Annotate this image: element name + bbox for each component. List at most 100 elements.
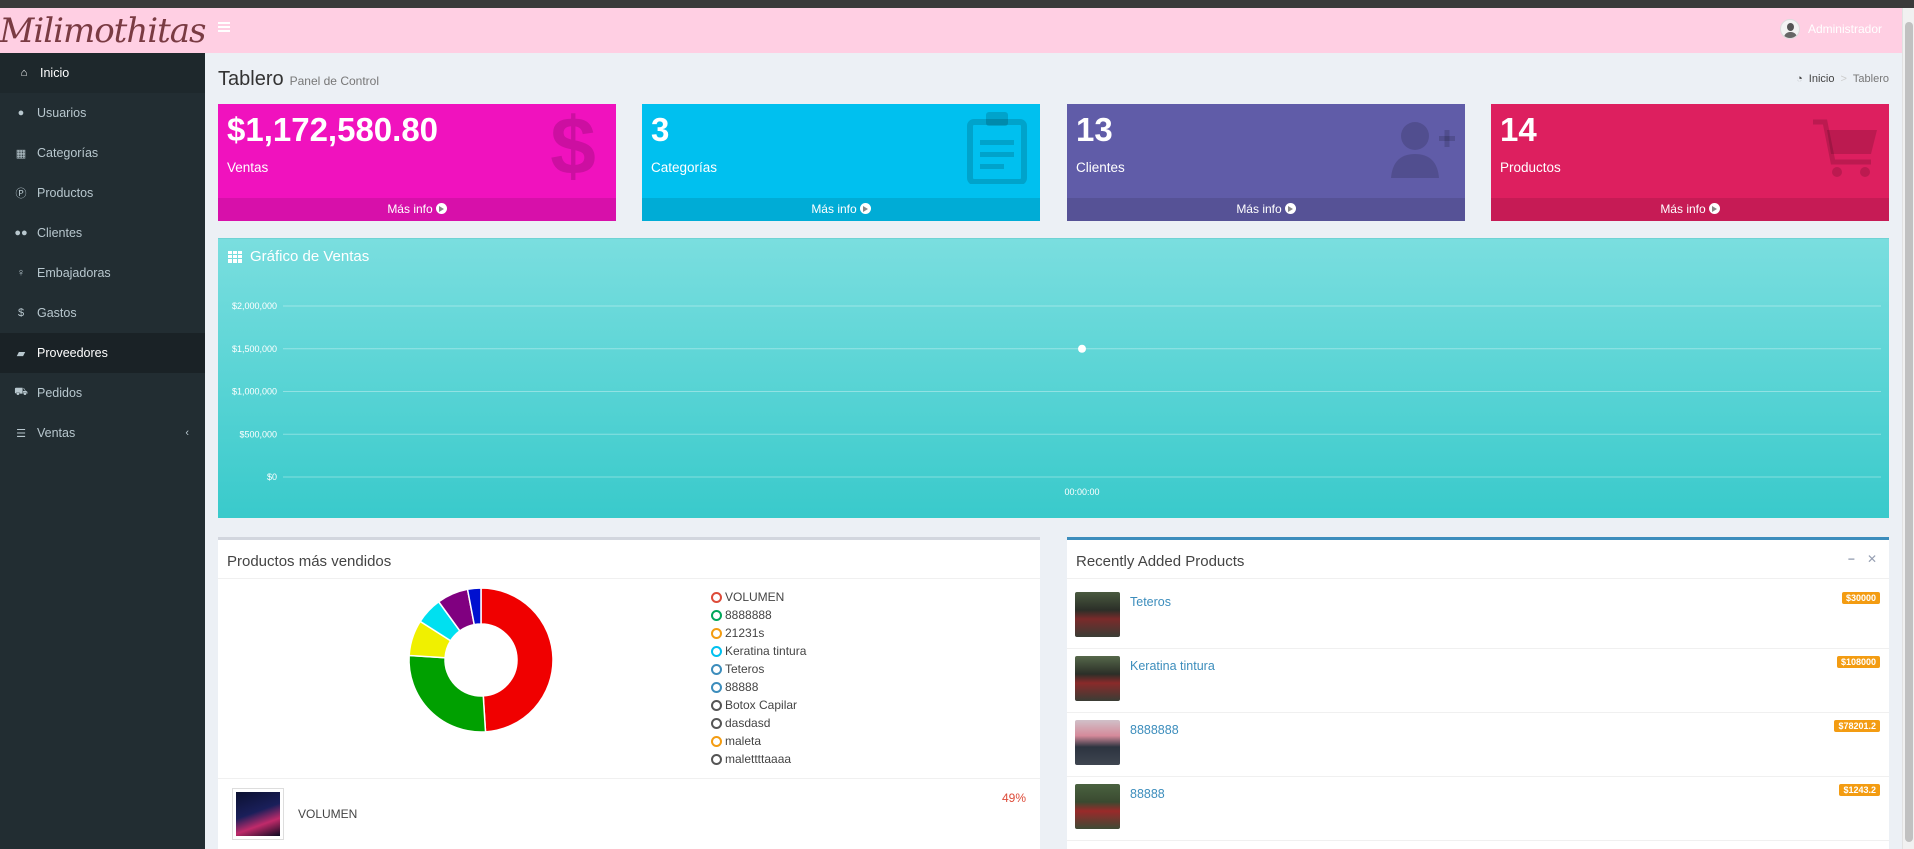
sidebar-item-label: Gastos [37, 306, 77, 320]
y-tick-label: $1,500,000 [232, 344, 277, 354]
breadcrumb-current: Tablero [1852, 73, 1889, 85]
home-icon: ⌂ [20, 67, 28, 79]
more-info-label: Más info [1660, 202, 1706, 216]
box-tools: − ✕ [1848, 552, 1877, 566]
arrow-circle-right-icon [859, 203, 871, 214]
circle-icon [711, 753, 722, 765]
price-badge: $108000 [1836, 656, 1880, 668]
stat-value: 3 [651, 111, 670, 148]
top-products-title: Productos más vendidos [227, 553, 392, 570]
minus-icon[interactable]: − [1848, 552, 1855, 566]
stat-label: Categorías [651, 160, 718, 175]
sidebar-toggle-icon[interactable] [218, 22, 230, 34]
chevron-left-icon: ‹ [185, 427, 189, 439]
circle-icon [711, 717, 722, 729]
more-info-link[interactable]: Más info [1491, 198, 1889, 221]
legend-item: 8888888 [711, 606, 806, 624]
legend-item: Teteros [711, 660, 806, 678]
sidebar-item-proveedores[interactable]: ▰ Proveedores [0, 333, 205, 373]
cart-icon [1813, 119, 1877, 177]
clipboard-icon [967, 112, 1027, 184]
user-menu[interactable]: Administrador [1779, 19, 1882, 39]
sidebar-item-label: Usuarios [37, 106, 87, 120]
avatar [1779, 19, 1800, 39]
legend-item: 21231s [711, 624, 806, 642]
top-products-donut-chart [408, 587, 554, 733]
more-info-label: Más info [811, 202, 857, 216]
top-product-percent: 49% [1001, 791, 1026, 805]
legend-label: 8888888 [725, 608, 772, 622]
sidebar-item-ventas[interactable]: ☰ Ventas ‹ [0, 413, 205, 453]
y-tick-label: $1,000,000 [232, 387, 277, 397]
page-title: Tablero Panel de Control [218, 68, 379, 91]
data-point[interactable] [1078, 344, 1086, 353]
sidebar-item-label: Productos [37, 186, 94, 200]
more-info-link[interactable]: Más info [1067, 198, 1465, 221]
breadcrumb-home-link[interactable]: Inicio [1809, 73, 1835, 85]
product-image [1075, 784, 1120, 829]
stat-box-categorias: 3 Categorías Más info [642, 104, 1040, 221]
sales-chart: $0 $500,000 $1,000,000 $1,500,000 $2,000,000… [232, 301, 1881, 497]
product-link[interactable]: 88888 [1130, 787, 1165, 801]
sidebar-item-clientes[interactable]: ●● Clientes [0, 213, 205, 253]
donut-slice[interactable] [480, 587, 554, 733]
sidebar-item-productos[interactable]: Ⓟ Productos [0, 173, 205, 213]
sidebar-item-inicio[interactable]: ⌂ Inicio [0, 53, 205, 93]
stat-box-productos: 14 Productos Más info [1491, 104, 1889, 221]
legend-label: 21231s [725, 626, 765, 640]
legend-item: 88888 [711, 678, 806, 696]
circle-icon [711, 681, 722, 693]
product-link[interactable]: Keratina tintura [1130, 659, 1215, 673]
book-icon: ▰ [16, 347, 26, 360]
recent-products-panel: Recently Added Products − ✕ Teteros $300… [1067, 537, 1889, 849]
sales-chart-box: Gráfico de Ventas $0 $500,000 $1,000,000 $1… [218, 238, 1889, 518]
sidebar-item-label: Embajadoras [37, 266, 111, 280]
sidebar-item-categorias[interactable]: ▦ Categorías [0, 133, 205, 173]
divider [218, 578, 1040, 579]
scrollbar-thumb[interactable] [1905, 22, 1913, 842]
logo[interactable]: Milimothitas [0, 8, 206, 53]
product-link[interactable]: 8888888 [1130, 723, 1179, 737]
stat-label: Productos [1500, 160, 1561, 175]
list-item: Keratina tintura $108000 [1067, 648, 1889, 712]
list-item: Teteros $30000 [1067, 584, 1889, 648]
top-products-panel: Productos más vendidos VOLUMEN 8888888 212… [218, 537, 1040, 849]
user-name: Administrador [1807, 22, 1882, 36]
more-info-link[interactable]: Más info [218, 198, 616, 221]
legend-item: malettttaaaa [711, 750, 806, 768]
sidebar-item-usuarios[interactable]: ● Usuarios [0, 93, 205, 133]
stat-value: $1,172,580.80 [227, 111, 439, 148]
user-icon: ● [17, 107, 25, 119]
legend-label: VOLUMEN [725, 590, 785, 604]
close-icon[interactable]: ✕ [1867, 552, 1877, 566]
more-info-link[interactable]: Más info [642, 198, 1040, 221]
page-scrollbar[interactable] [1902, 8, 1914, 849]
sidebar-item-gastos[interactable]: $ Gastos [0, 293, 205, 333]
sidebar-item-label: Proveedores [37, 346, 108, 360]
legend-label: malettttaaaa [725, 752, 792, 766]
product-image [1075, 656, 1120, 701]
sidebar-item-pedidos[interactable]: ⛟ Pedidos [0, 373, 205, 413]
arrow-circle-right-icon [1284, 203, 1296, 214]
list-icon: ☰ [16, 427, 26, 440]
sidebar-item-embajadoras[interactable]: ♀ Embajadoras [0, 253, 205, 293]
top-product-name[interactable]: VOLUMEN [298, 807, 357, 821]
sidebar-item-label: Inicio [40, 66, 70, 80]
circle-icon [711, 699, 722, 711]
divider [218, 778, 1040, 779]
donut-slice[interactable] [408, 654, 487, 733]
product-hunt-icon: Ⓟ [15, 188, 27, 200]
legend-label: Keratina tintura [725, 644, 807, 658]
user-plus-icon [1391, 122, 1455, 178]
sidebar: ⌂ Inicio ● Usuarios ▦ Categorías Ⓟ Produ… [0, 53, 205, 849]
product-link[interactable]: Teteros [1130, 595, 1171, 609]
y-tick-label: $500,000 [239, 429, 277, 439]
more-info-label: Más info [387, 202, 433, 216]
breadcrumb-separator: > [1840, 73, 1847, 85]
legend-item: dasdasd [711, 714, 806, 732]
product-image [1075, 592, 1120, 637]
circle-icon [711, 591, 722, 603]
dollar-icon: $ [550, 104, 596, 192]
circle-icon [711, 609, 722, 621]
legend-label: Teteros [725, 662, 765, 676]
